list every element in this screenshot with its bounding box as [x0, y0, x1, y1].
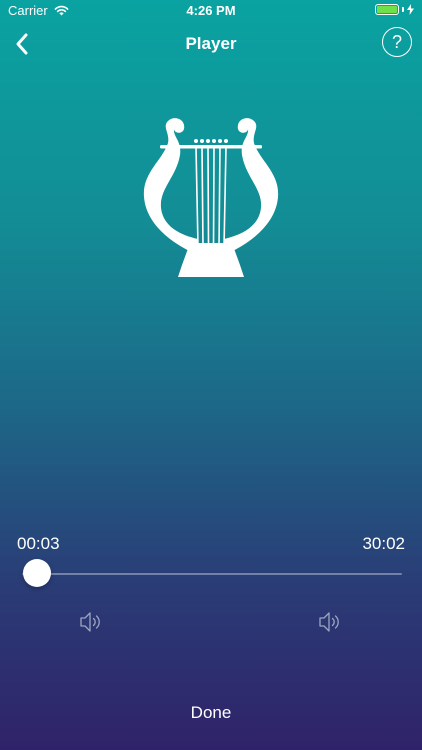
- help-icon-label: ?: [391, 31, 402, 52]
- help-button[interactable]: ?: [382, 27, 412, 57]
- page-title: Player: [185, 34, 237, 53]
- slider-track: [22, 573, 402, 575]
- done-button[interactable]: Done: [0, 703, 422, 723]
- volume-up-button[interactable]: [317, 609, 343, 635]
- nav-bar: Player ?: [0, 22, 422, 66]
- total-time: 30:02: [362, 534, 405, 553]
- speaker-volume-icon: [80, 612, 100, 632]
- speaker-volume-icon: [319, 612, 339, 632]
- progress-slider[interactable]: [22, 558, 402, 588]
- volume-down-button[interactable]: [78, 609, 104, 635]
- status-right: [375, 4, 414, 15]
- status-bar: Carrier 4:26 PM: [0, 0, 422, 22]
- current-time: 00:03: [17, 534, 60, 553]
- battery-tip: [402, 7, 404, 12]
- charging-bolt-icon: [407, 4, 414, 15]
- slider-thumb[interactable]: [22, 559, 51, 587]
- status-time: 4:26 PM: [186, 3, 236, 18]
- battery-icon: [375, 4, 399, 15]
- battery-fill: [377, 6, 397, 13]
- lyre-icon: [143, 118, 279, 277]
- lyre-artwork: [140, 115, 282, 279]
